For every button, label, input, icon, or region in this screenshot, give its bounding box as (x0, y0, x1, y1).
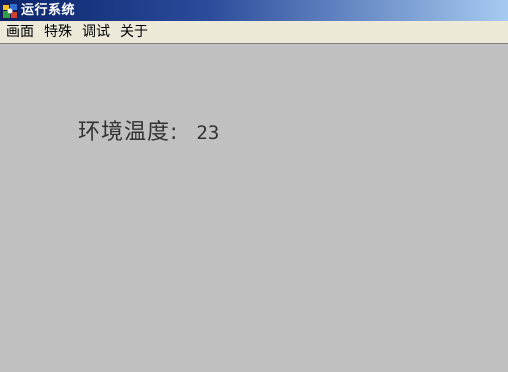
window-title: 运行系统 (21, 3, 76, 18)
menu-debug[interactable]: 调试 (77, 21, 115, 43)
client-area: 环境温度: 23 (0, 44, 508, 372)
runtime-window: 运行系统 画面 特殊 调试 关于 环境温度: 23 (0, 0, 508, 372)
title-bar[interactable]: 运行系统 (0, 0, 508, 21)
app-icon[interactable] (2, 2, 18, 19)
menu-bar: 画面 特殊 调试 关于 (0, 21, 508, 44)
temperature-display: 环境温度: 23 (78, 114, 219, 146)
temperature-label: 环境温度: (78, 120, 179, 145)
menu-special[interactable]: 特殊 (39, 21, 77, 43)
temperature-value: 23 (196, 122, 220, 144)
menu-about[interactable]: 关于 (115, 21, 153, 43)
menu-screen[interactable]: 画面 (0, 21, 39, 43)
